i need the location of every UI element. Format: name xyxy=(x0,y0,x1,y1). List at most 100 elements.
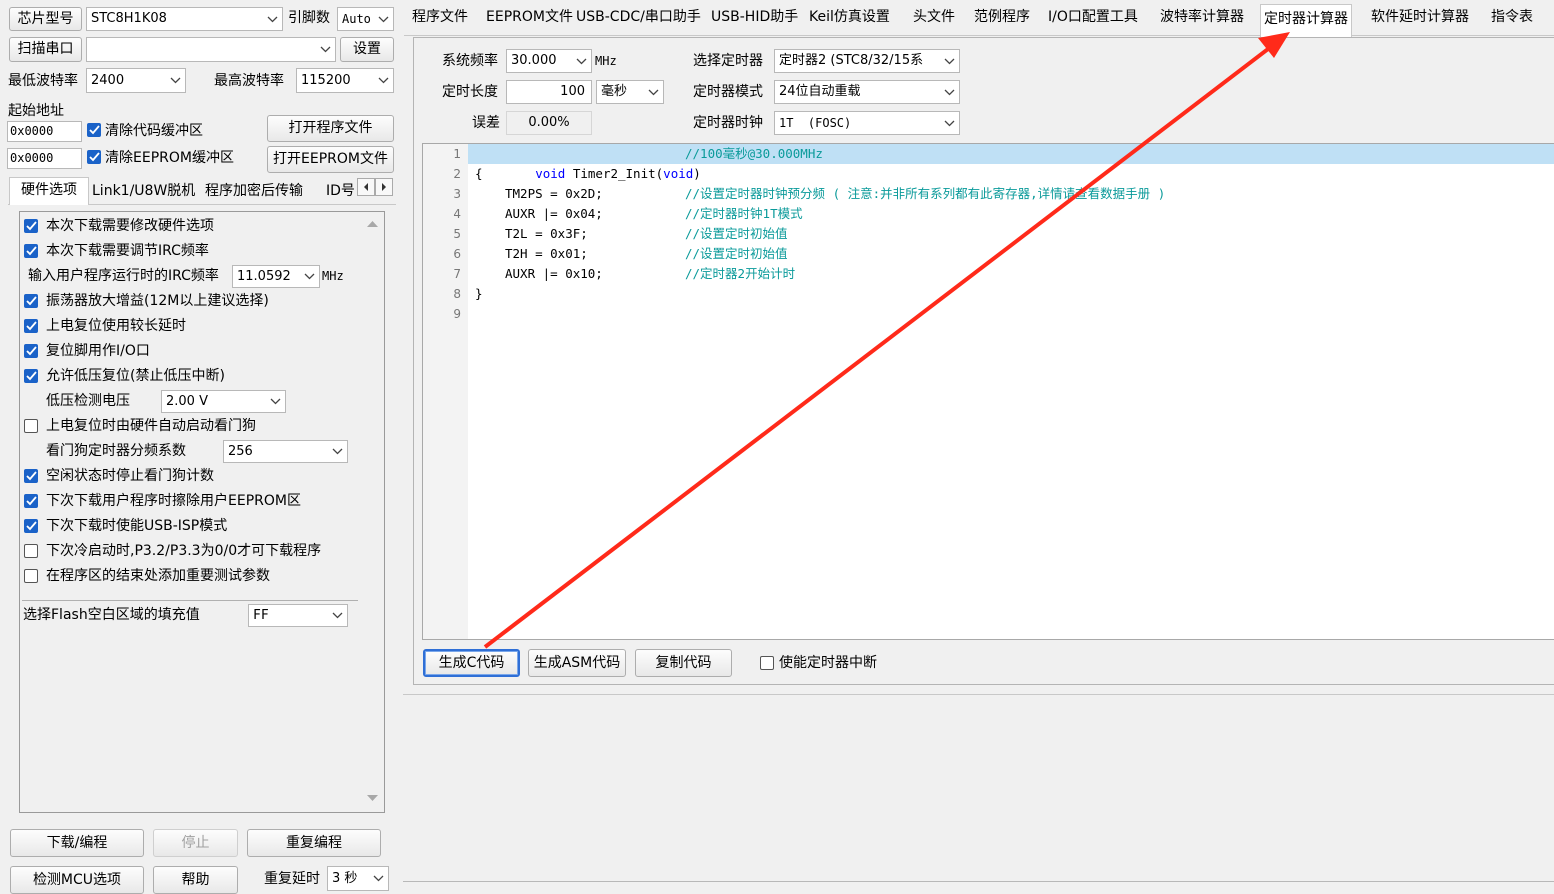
tab-9[interactable]: 定时器计算器 xyxy=(1260,4,1352,37)
tab-0[interactable]: 程序文件 xyxy=(412,0,468,34)
tab-scroll-right-button[interactable] xyxy=(375,178,393,196)
help-button[interactable]: 帮助 xyxy=(153,866,238,894)
option-row[interactable]: 复位脚用作I/O口 xyxy=(20,340,360,365)
option-checkbox[interactable] xyxy=(24,244,38,258)
reprogram-button[interactable]: 重复编程 xyxy=(247,829,381,857)
generate-asm-button[interactable]: 生成ASM代码 xyxy=(528,649,626,677)
select-timer-select[interactable]: 定时器2 (STC8/32/15系 xyxy=(774,49,960,73)
chip-model-button[interactable]: 芯片型号 xyxy=(9,7,82,31)
chevron-down-icon xyxy=(942,81,956,103)
tab-6[interactable]: 范例程序 xyxy=(974,0,1030,34)
subtab-hardware[interactable]: 硬件选项 xyxy=(9,177,89,205)
line-number: 6 xyxy=(453,247,461,261)
option-row[interactable]: 下次下载时使能USB-ISP模式 xyxy=(20,515,360,540)
clear-eeprom-buffer-checkbox[interactable] xyxy=(87,150,101,164)
chevron-down-icon xyxy=(646,81,660,103)
line-number: 1 xyxy=(453,147,461,161)
subtab-label: 程序加密后传输 xyxy=(205,183,303,199)
tab-10[interactable]: 软件延时计算器 xyxy=(1371,0,1469,34)
option-label: 下次下载用户程序时擦除用户EEPROM区 xyxy=(46,493,301,509)
arrow-left-icon xyxy=(364,183,368,191)
option-checkbox[interactable] xyxy=(24,569,38,583)
eeprom-addr-input[interactable]: 0x0000 xyxy=(7,148,82,169)
option-checkbox[interactable] xyxy=(24,494,38,508)
wdt-select[interactable]: 256 xyxy=(223,440,348,463)
length-input[interactable]: 100 xyxy=(506,80,592,104)
option-row[interactable]: 上电复位使用较长延时 xyxy=(20,315,360,340)
subtab-encrypt[interactable]: 程序加密后传输 xyxy=(205,181,303,201)
option-row[interactable]: 本次下载需要调节IRC频率 xyxy=(20,240,360,265)
tab-5[interactable]: 头文件 xyxy=(913,0,955,34)
min-baud-select[interactable]: 2400 xyxy=(86,68,186,93)
chevron-down-icon xyxy=(330,605,344,626)
chip-model-select[interactable]: STC8H1K08 xyxy=(86,7,283,31)
option-label: 看门狗定时器分频系数 xyxy=(46,443,186,459)
lvd-select[interactable]: 2.00 V xyxy=(161,390,286,413)
scan-port-button[interactable]: 扫描串口 xyxy=(9,37,82,62)
copy-code-button[interactable]: 复制代码 xyxy=(635,649,732,677)
settings-button[interactable]: 设置 xyxy=(340,37,394,62)
tab-scroll-left-button[interactable] xyxy=(357,178,375,196)
option-checkbox[interactable] xyxy=(24,219,38,233)
arrow-right-icon xyxy=(382,183,386,191)
option-row[interactable]: 上电复位时由硬件自动启动看门狗 xyxy=(20,415,360,440)
line-number: 3 xyxy=(453,187,461,201)
length-unit-select[interactable]: 毫秒 xyxy=(596,80,664,104)
option-checkbox[interactable] xyxy=(24,294,38,308)
option-row[interactable]: 下次下载用户程序时擦除用户EEPROM区 xyxy=(20,490,360,515)
irc-select[interactable]: 11.0592 xyxy=(232,265,320,288)
option-checkbox[interactable] xyxy=(24,519,38,533)
options-scrollbar[interactable] xyxy=(361,212,384,812)
check-icon xyxy=(26,346,37,356)
flash-fill-select[interactable]: FF xyxy=(248,604,348,627)
mode-select[interactable]: 24位自动重载 xyxy=(774,80,960,104)
open-eeprom-button[interactable]: 打开EEPROM文件 xyxy=(267,146,394,173)
tab-1[interactable]: EEPROM文件 xyxy=(486,0,573,34)
tab-8[interactable]: 波特率计算器 xyxy=(1160,0,1244,34)
stop-button[interactable]: 停止 xyxy=(153,829,238,857)
option-checkbox[interactable] xyxy=(24,419,38,433)
enable-interrupt-checkbox[interactable] xyxy=(760,656,774,670)
scroll-down-icon xyxy=(367,795,378,801)
tab-3[interactable]: USB-HID助手 xyxy=(711,0,798,34)
chevron-down-icon xyxy=(942,50,956,72)
clock-select[interactable]: 1T (FOSC) xyxy=(774,111,960,135)
tab-2[interactable]: USB-CDC/串口助手 xyxy=(576,0,701,34)
option-row[interactable]: 允许低压复位(禁止低压中断) xyxy=(20,365,360,390)
option-row[interactable]: 振荡器放大增益(12M以上建议选择) xyxy=(20,290,360,315)
option-row[interactable]: 空闲状态时停止看门狗计数 xyxy=(20,465,360,490)
tab-4[interactable]: Keil仿真设置 xyxy=(809,0,890,34)
option-checkbox[interactable] xyxy=(24,319,38,333)
option-label: 在程序区的结束处添加重要测试参数 xyxy=(46,568,270,584)
option-label: 低压检测电压 xyxy=(46,393,130,409)
detect-mcu-button[interactable]: 检测MCU选项 xyxy=(10,866,144,894)
repeat-delay-select[interactable]: 3 秒 xyxy=(327,866,389,891)
clear-code-buffer-checkbox[interactable] xyxy=(87,123,101,137)
option-row[interactable]: 在程序区的结束处添加重要测试参数 xyxy=(20,565,360,590)
code-addr-input[interactable]: 0x0000 xyxy=(7,121,82,142)
generate-c-button[interactable]: 生成C代码 xyxy=(423,649,520,677)
option-label: 允许低压复位(禁止低压中断) xyxy=(46,368,225,384)
option-checkbox[interactable] xyxy=(24,344,38,358)
tab-7[interactable]: I/O口配置工具 xyxy=(1048,0,1138,34)
chevron-down-icon xyxy=(574,50,588,72)
flash-fill-value: FF xyxy=(253,608,269,623)
option-checkbox[interactable] xyxy=(24,469,38,483)
enable-interrupt-label: 使能定时器中断 xyxy=(779,655,877,671)
subtab-link1[interactable]: Link1/U8W脱机 xyxy=(92,181,195,201)
hardware-options-panel: 本次下载需要修改硬件选项 本次下载需要调节IRC频率 输入用户程序运行时的IRC频率… xyxy=(19,211,385,813)
max-baud-select[interactable]: 115200 xyxy=(296,68,394,93)
mode-value: 24位自动重载 xyxy=(779,84,861,99)
tab-11[interactable]: 指令表 xyxy=(1491,0,1533,34)
pins-select[interactable]: Auto xyxy=(337,7,394,31)
length-value: 100 xyxy=(560,84,585,99)
open-program-button[interactable]: 打开程序文件 xyxy=(267,115,394,142)
sys-freq-select[interactable]: 30.000 xyxy=(506,49,592,73)
option-checkbox[interactable] xyxy=(24,369,38,383)
option-row[interactable]: 本次下载需要修改硬件选项 xyxy=(20,215,360,240)
option-checkbox[interactable] xyxy=(24,544,38,558)
code-editor[interactable]: 1 2 3 4 5 6 7 8 9 void Timer2_Init(void) //100毫秒… xyxy=(422,143,1554,640)
download-button[interactable]: 下载/编程 xyxy=(10,829,144,857)
option-row[interactable]: 下次冷启动时,P3.2/P3.3为0/0才可下载程序 xyxy=(20,540,360,565)
port-select[interactable] xyxy=(86,37,336,62)
